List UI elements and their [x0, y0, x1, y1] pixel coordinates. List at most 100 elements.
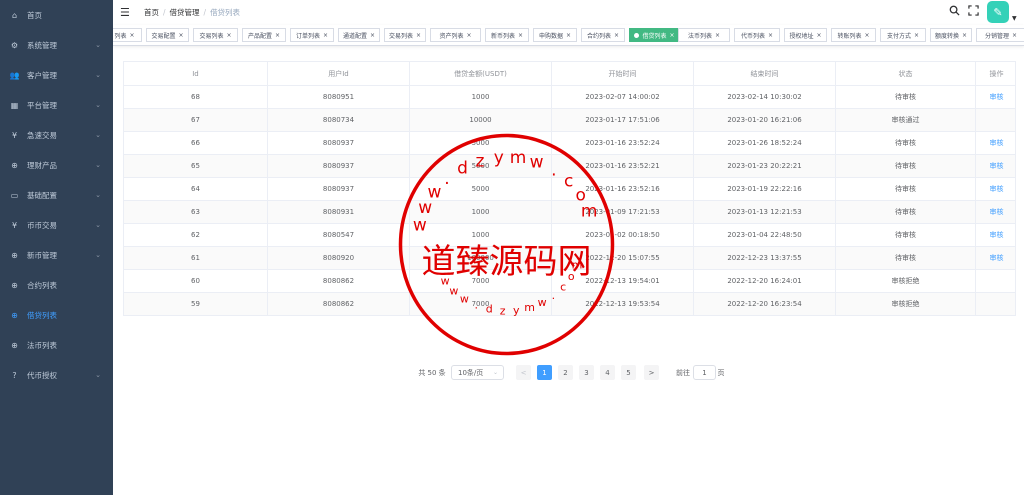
page-size-select[interactable]: 10条/页 ⌄	[451, 365, 504, 380]
review-link[interactable]: 审核	[976, 155, 1017, 177]
close-icon[interactable]: ×	[416, 32, 421, 39]
page-number-button[interactable]: 5	[621, 365, 636, 380]
sidebar-item[interactable]: ▭ 基础配置 ⌄	[0, 180, 113, 210]
table-cell: 待审核	[836, 132, 976, 154]
tag-tab[interactable]: 交易列表 ×	[193, 28, 238, 42]
tag-tab[interactable]: 转账列表 ×	[831, 28, 876, 42]
close-icon[interactable]: ×	[129, 32, 134, 39]
tag-label: 分销管理	[984, 32, 1009, 40]
avatar[interactable]: ✎	[987, 1, 1009, 23]
table-cell	[976, 109, 1017, 131]
close-icon[interactable]: ×	[370, 32, 375, 39]
sidebar-item[interactable]: ⚙ 系统管理 ⌄	[0, 30, 113, 60]
tags-view: 列表 × 交易配置 × 交易列表 × 产品配置 × 订单列表 × 通道配置 × 交易列表 × 资产列表 × 新币…	[113, 25, 1024, 46]
review-link[interactable]: 审核	[976, 132, 1017, 154]
brush-icon: ✎	[993, 5, 1003, 19]
page-number-button[interactable]: 4	[600, 365, 615, 380]
tag-tab[interactable]: 资产列表 ×	[430, 28, 481, 42]
tag-tab[interactable]: 通道配置 ×	[338, 28, 380, 42]
tag-tab[interactable]: 授权地址 ×	[784, 28, 827, 42]
close-icon[interactable]: ×	[816, 32, 821, 39]
sidebar-item[interactable]: ⊕ 借贷列表	[0, 300, 113, 330]
close-icon[interactable]: ×	[1012, 32, 1017, 39]
breadcrumb-home[interactable]: 首页	[144, 8, 159, 17]
page-number-button[interactable]: 3	[579, 365, 594, 380]
pagination-total: 共 50 条	[418, 368, 446, 377]
close-icon[interactable]: ×	[566, 32, 571, 39]
review-link[interactable]: 审核	[976, 178, 1017, 200]
table-cell: 8080937	[268, 132, 410, 154]
breadcrumb-parent: 借贷管理	[169, 8, 200, 17]
tag-tab[interactable]: 分销管理 ×	[976, 28, 1024, 42]
chevron-down-icon: ⌄	[95, 221, 101, 229]
close-icon[interactable]: ×	[323, 32, 328, 39]
table-cell: 8080547	[268, 224, 410, 246]
goto-page-input[interactable]: 1	[693, 365, 716, 380]
tag-tab[interactable]: 借贷列表 ×	[629, 28, 680, 42]
sidebar-item[interactable]: ⊕ 新币管理 ⌄	[0, 240, 113, 270]
page-number-button[interactable]: 1	[537, 365, 552, 380]
sidebar-item-label: 急速交易	[27, 130, 57, 140]
table-cell: 待审核	[836, 201, 976, 223]
review-link[interactable]: 审核	[976, 201, 1017, 223]
close-icon[interactable]: ×	[914, 32, 919, 39]
table-cell: 67	[124, 109, 268, 131]
product-icon: ⊕	[11, 160, 18, 170]
tag-tab[interactable]: 支付方式 ×	[880, 28, 926, 42]
sidebar-item-label: 基础配置	[27, 190, 57, 200]
next-page-button[interactable]: >	[644, 365, 659, 380]
prev-page-button[interactable]: <	[516, 365, 531, 380]
table-cell: 8080862	[268, 293, 410, 315]
fullscreen-icon[interactable]	[968, 5, 979, 19]
tag-tab[interactable]: 额度转换 ×	[930, 28, 972, 42]
tag-tab[interactable]: 订单列表 ×	[290, 28, 334, 42]
sidebar-item[interactable]: ⊕ 法币列表	[0, 330, 113, 360]
tag-tab[interactable]: 交易列表 ×	[384, 28, 426, 42]
close-icon[interactable]: ×	[178, 32, 183, 39]
close-icon[interactable]: ×	[275, 32, 280, 39]
close-icon[interactable]: ×	[768, 32, 773, 39]
table-cell: 59	[124, 293, 268, 315]
sidebar-item[interactable]: ¥ 币币交易 ⌄	[0, 210, 113, 240]
tag-tab[interactable]: 交易配置 ×	[146, 28, 189, 42]
tag-tab[interactable]: 列表 ×	[113, 28, 142, 42]
loan-icon: ⊕	[11, 310, 18, 320]
close-icon[interactable]: ×	[669, 32, 674, 39]
review-link[interactable]: 审核	[976, 86, 1017, 108]
sidebar-item[interactable]: ▦ 平台管理 ⌄	[0, 90, 113, 120]
sidebar-item[interactable]: 👥 客户管理 ⌄	[0, 60, 113, 90]
tag-tab[interactable]: 新币列表 ×	[485, 28, 529, 42]
table-cell: 待审核	[836, 86, 976, 108]
review-link[interactable]: 审核	[976, 224, 1017, 246]
question-icon: ?	[12, 370, 17, 380]
tag-tab[interactable]: 申购数据 ×	[533, 28, 577, 42]
close-icon[interactable]: ×	[962, 32, 967, 39]
close-icon[interactable]: ×	[864, 32, 869, 39]
close-icon[interactable]: ×	[226, 32, 231, 39]
tag-tab[interactable]: 法币列表 ×	[678, 28, 730, 42]
sidebar-item[interactable]: ⌂ 首页	[0, 0, 113, 30]
home-icon: ⌂	[11, 10, 18, 20]
close-icon[interactable]: ×	[518, 32, 523, 39]
tag-tab[interactable]: 代币列表 ×	[734, 28, 780, 42]
table-cell: 2023-02-14 10:30:02	[694, 86, 836, 108]
tag-tab[interactable]: 合约列表 ×	[581, 28, 625, 42]
chevron-down-icon: ⌄	[95, 131, 101, 139]
close-icon[interactable]: ×	[466, 32, 471, 39]
page-number-button[interactable]: 2	[558, 365, 573, 380]
hamburger-icon[interactable]: ☰	[120, 6, 130, 19]
table-header-cell: Id	[124, 62, 268, 85]
close-icon[interactable]: ×	[614, 32, 619, 39]
table-cell: 2023-01-02 00:18:50	[552, 224, 694, 246]
tag-label: 授权地址	[789, 32, 814, 40]
table-header-cell: 状态	[836, 62, 976, 85]
sidebar-item[interactable]: ? 代币授权 ⌄	[0, 360, 113, 390]
sidebar-item[interactable]: ¥ 急速交易 ⌄	[0, 120, 113, 150]
close-icon[interactable]: ×	[715, 32, 720, 39]
caret-down-icon[interactable]: ▼	[1012, 15, 1017, 22]
sidebar-item[interactable]: ⊕ 理财产品 ⌄	[0, 150, 113, 180]
review-link[interactable]: 审核	[976, 247, 1017, 269]
sidebar-item[interactable]: ⊕ 合约列表	[0, 270, 113, 300]
search-icon[interactable]	[949, 5, 960, 19]
tag-tab[interactable]: 产品配置 ×	[242, 28, 286, 42]
